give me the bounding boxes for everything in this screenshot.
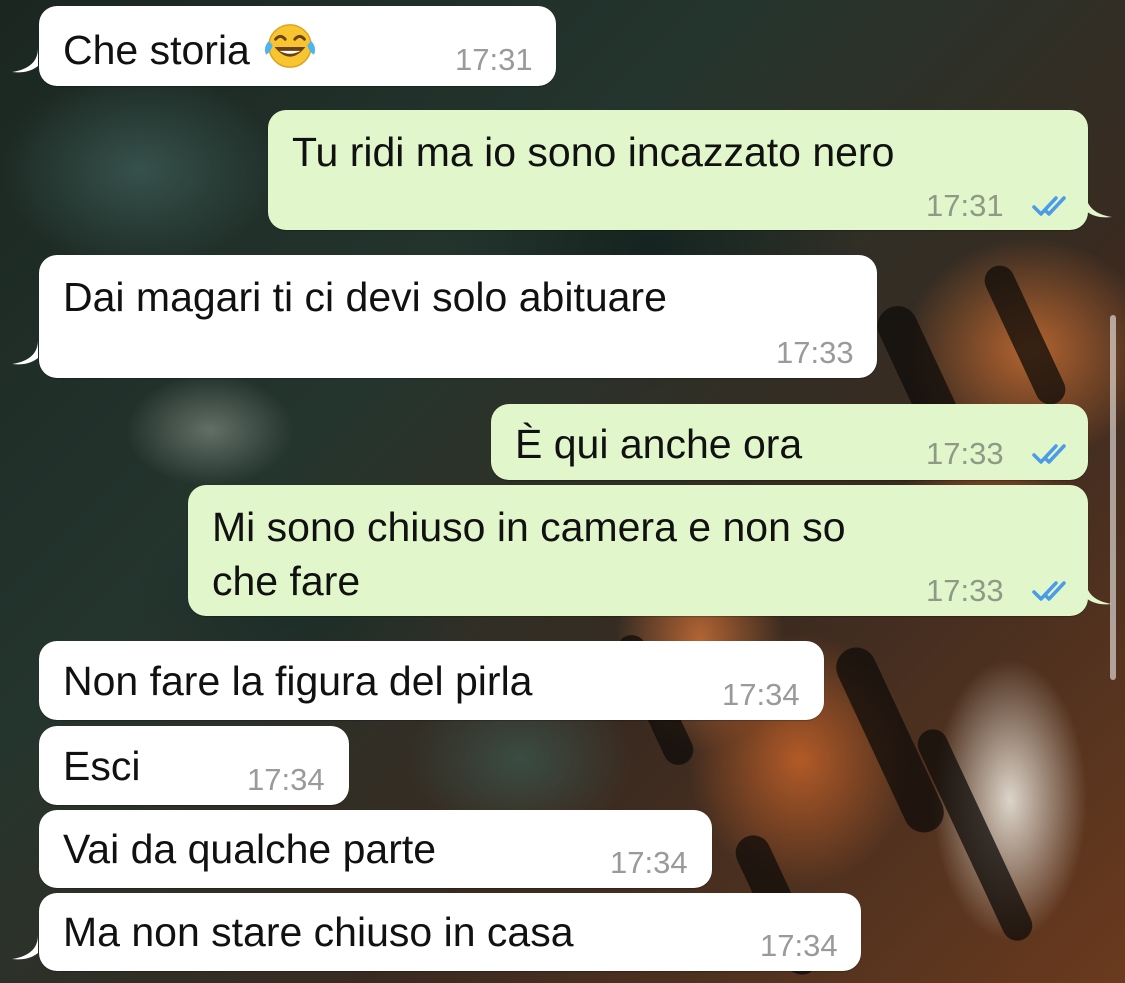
message-timestamp: 17:33 xyxy=(926,573,1004,608)
message-timestamp: 17:34 xyxy=(760,928,838,963)
message-timestamp: 17:33 xyxy=(926,436,1004,471)
double-check-icon xyxy=(1032,581,1066,601)
wallpaper-stripe xyxy=(979,260,1071,410)
scrollbar[interactable] xyxy=(1110,315,1116,680)
message-text-line: che fare xyxy=(212,558,361,604)
message-bubble-outgoing[interactable]: È qui anche ora 17:33 xyxy=(491,404,1088,480)
bubble-tail xyxy=(12,340,38,365)
message-bubble-incoming[interactable]: Esci 17:34 xyxy=(39,726,349,805)
message-timestamp: 17:31 xyxy=(926,188,1004,223)
message-text: Non fare la figura del pirla xyxy=(63,658,533,704)
message-text-line: Mi sono chiuso in camera e non so xyxy=(212,504,846,550)
double-check-icon xyxy=(1032,196,1066,216)
message-bubble-outgoing[interactable]: Mi sono chiuso in camera e non so che fa… xyxy=(188,485,1088,616)
message-bubble-incoming[interactable]: Vai da qualche parte 17:34 xyxy=(39,810,712,888)
message-bubble-outgoing[interactable]: Tu ridi ma io sono incazzato nero 17:31 xyxy=(268,110,1088,230)
message-timestamp: 17:34 xyxy=(722,677,800,712)
bubble-tail xyxy=(12,48,38,73)
double-check-icon xyxy=(1032,444,1066,464)
bubble-tail xyxy=(1086,193,1112,218)
message-text: Esci xyxy=(63,743,141,789)
message-bubble-incoming[interactable]: Ma non stare chiuso in casa 17:34 xyxy=(39,893,861,971)
message-text: Vai da qualche parte xyxy=(63,826,437,872)
message-text: Ma non stare chiuso in casa xyxy=(63,909,574,955)
face-with-tears-of-joy-icon xyxy=(265,24,316,68)
message-timestamp: 17:31 xyxy=(455,42,533,77)
message-bubble-incoming[interactable]: Dai magari ti ci devi solo abituare 17:3… xyxy=(39,255,877,378)
wallpaper-stripe xyxy=(912,724,1038,946)
message-bubble-incoming[interactable]: Che storia 17:31 xyxy=(39,6,556,86)
bubble-tail xyxy=(12,935,38,960)
message-timestamp: 17:34 xyxy=(610,845,688,880)
message-text: Tu ridi ma io sono incazzato nero xyxy=(292,129,895,175)
message-bubble-incoming[interactable]: Non fare la figura del pirla 17:34 xyxy=(39,641,824,720)
message-text: Che storia xyxy=(63,20,319,77)
message-timestamp: 17:33 xyxy=(776,335,854,370)
message-text: È qui anche ora xyxy=(515,421,803,467)
bubble-tail xyxy=(1086,580,1112,605)
message-timestamp: 17:34 xyxy=(247,762,325,797)
message-text: Dai magari ti ci devi solo abituare xyxy=(63,274,667,320)
